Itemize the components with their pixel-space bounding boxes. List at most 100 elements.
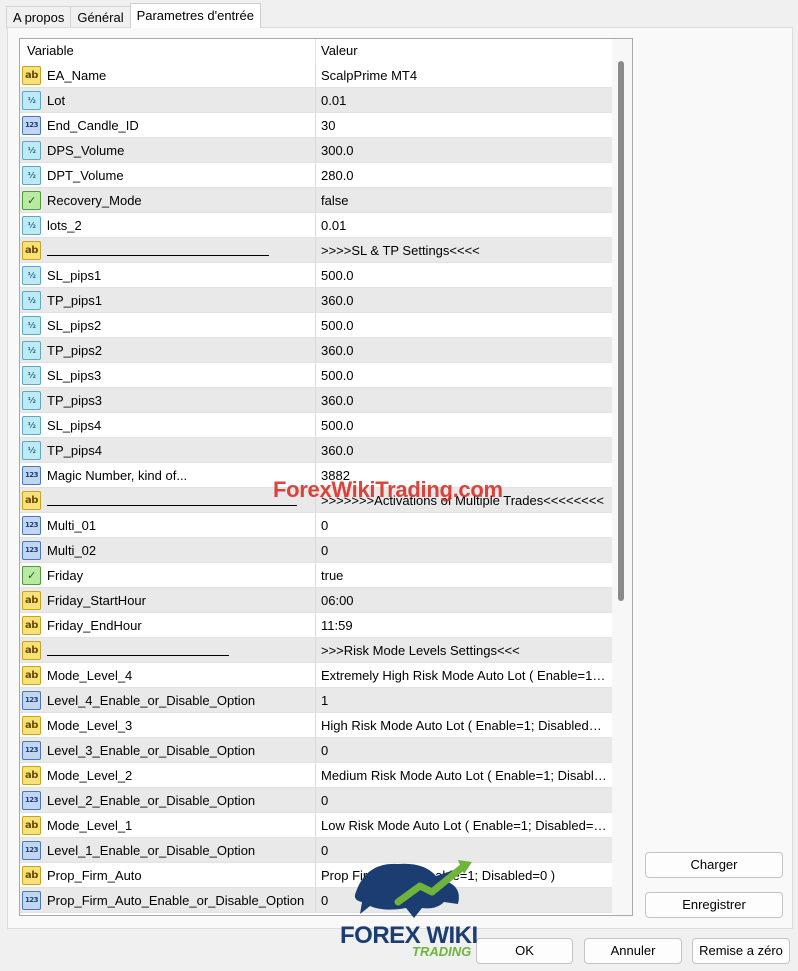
variable-cell[interactable]: 123 Level_1_Enable_or_Disable_Option <box>20 838 316 862</box>
table-row[interactable]: ab Friday_StartHour 06:00 <box>20 588 612 613</box>
value-cell[interactable]: 0 <box>316 788 612 812</box>
value-cell[interactable]: 0.01 <box>316 213 612 237</box>
table-row[interactable]: ½ TP_pips2 360.0 <box>20 338 612 363</box>
value-cell[interactable]: 1 <box>316 688 612 712</box>
variable-cell[interactable]: ab <box>20 488 316 512</box>
table-row[interactable]: ab Mode_Level_3 High Risk Mode Auto Lot ( … <box>20 713 612 738</box>
value-cell[interactable]: true <box>316 563 612 587</box>
table-row[interactable]: ½ TP_pips1 360.0 <box>20 288 612 313</box>
table-row[interactable]: ab Mode_Level_4 Extremely High Risk Mode A… <box>20 663 612 688</box>
value-cell[interactable]: 11:59 <box>316 613 612 637</box>
variable-cell[interactable]: ½ lots_2 <box>20 213 316 237</box>
table-row[interactable]: ½ Lot 0.01 <box>20 88 612 113</box>
table-row[interactable]: 123 Prop_Firm_Auto_Enable_or_Disable_Opti… <box>20 888 612 913</box>
value-cell[interactable]: 0 <box>316 738 612 762</box>
table-row[interactable]: ✓ Recovery_Mode false <box>20 188 612 213</box>
vertical-scrollbar[interactable] <box>612 39 632 915</box>
variable-cell[interactable]: ab Mode_Level_2 <box>20 763 316 787</box>
value-cell[interactable]: Extremely High Risk Mode Auto Lot ( Enab… <box>316 663 612 687</box>
table-row[interactable]: ½ TP_pips4 360.0 <box>20 438 612 463</box>
table-row[interactable]: ab EA_Name ScalpPrime MT4 <box>20 63 612 88</box>
variable-cell[interactable]: ½ SL_pips4 <box>20 413 316 437</box>
table-row[interactable]: ✓ Friday true <box>20 563 612 588</box>
variable-cell[interactable]: ab <box>20 638 316 662</box>
table-row[interactable]: 123 Level_2_Enable_or_Disable_Option 0 <box>20 788 612 813</box>
variable-cell[interactable]: ab <box>20 238 316 262</box>
variable-cell[interactable]: ab Friday_EndHour <box>20 613 316 637</box>
table-row[interactable]: ½ DPS_Volume 300.0 <box>20 138 612 163</box>
charger-button[interactable]: Charger <box>645 852 783 878</box>
variable-cell[interactable]: ½ TP_pips3 <box>20 388 316 412</box>
variable-cell[interactable]: 123 Multi_02 <box>20 538 316 562</box>
variable-cell[interactable]: ½ DPT_Volume <box>20 163 316 187</box>
variable-cell[interactable]: 123 Level_2_Enable_or_Disable_Option <box>20 788 316 812</box>
value-cell[interactable]: >>>Risk Mode Levels Settings<<< <box>316 638 612 662</box>
value-cell[interactable]: >>>>SL & TP Settings<<<< <box>316 238 612 262</box>
variable-cell[interactable]: ab Mode_Level_3 <box>20 713 316 737</box>
table-row[interactable]: ½ SL_pips4 500.0 <box>20 413 612 438</box>
table-row[interactable]: ½ TP_pips3 360.0 <box>20 388 612 413</box>
variable-cell[interactable]: ab Mode_Level_4 <box>20 663 316 687</box>
variable-cell[interactable]: 123 Multi_01 <box>20 513 316 537</box>
variable-cell[interactable]: ½ Lot <box>20 88 316 112</box>
value-cell[interactable]: 300.0 <box>316 138 612 162</box>
variable-cell[interactable]: ½ SL_pips1 <box>20 263 316 287</box>
annuler-button[interactable]: Annuler <box>584 938 682 964</box>
value-cell[interactable]: 0.01 <box>316 88 612 112</box>
value-cell[interactable]: ScalpPrime MT4 <box>316 63 612 87</box>
enregistrer-button[interactable]: Enregistrer <box>645 892 783 918</box>
value-cell[interactable]: Low Risk Mode Auto Lot ( Enable=1; Disab… <box>316 813 612 837</box>
table-row[interactable]: ½ lots_2 0.01 <box>20 213 612 238</box>
table-row[interactable]: ab Friday_EndHour 11:59 <box>20 613 612 638</box>
value-cell[interactable]: 360.0 <box>316 388 612 412</box>
value-cell[interactable]: 0 <box>316 538 612 562</box>
table-row[interactable]: ½ SL_pips3 500.0 <box>20 363 612 388</box>
variable-cell[interactable]: ab Friday_StartHour <box>20 588 316 612</box>
variable-cell[interactable]: ½ TP_pips1 <box>20 288 316 312</box>
value-cell[interactable]: 360.0 <box>316 338 612 362</box>
table-row[interactable]: 123 Multi_01 0 <box>20 513 612 538</box>
variable-cell[interactable]: ab Prop_Firm_Auto <box>20 863 316 887</box>
tab-a-propos[interactable]: A propos <box>6 6 72 28</box>
variable-cell[interactable]: ab Mode_Level_1 <box>20 813 316 837</box>
table-row[interactable]: 123 Level_1_Enable_or_Disable_Option 0 <box>20 838 612 863</box>
table-row[interactable]: 123 Level_3_Enable_or_Disable_Option 0 <box>20 738 612 763</box>
variable-cell[interactable]: 123 End_Candle_ID <box>20 113 316 137</box>
variable-cell[interactable]: ½ SL_pips2 <box>20 313 316 337</box>
ok-button[interactable]: OK <box>476 938 573 964</box>
table-row[interactable]: 123 End_Candle_ID 30 <box>20 113 612 138</box>
value-cell[interactable]: 500.0 <box>316 413 612 437</box>
table-row[interactable]: ½ SL_pips2 500.0 <box>20 313 612 338</box>
value-cell[interactable]: 30 <box>316 113 612 137</box>
value-cell[interactable]: 280.0 <box>316 163 612 187</box>
column-header-variable[interactable]: Variable <box>20 39 316 63</box>
value-cell[interactable]: High Risk Mode Auto Lot ( Enable=1; Disa… <box>316 713 612 737</box>
variable-cell[interactable]: ½ TP_pips4 <box>20 438 316 462</box>
variable-cell[interactable]: ½ DPS_Volume <box>20 138 316 162</box>
table-row[interactable]: ab Prop_Firm_Auto Prop Firm Auto ( Enable=… <box>20 863 612 888</box>
table-row[interactable]: ab Mode_Level_2 Medium Risk Mode Auto Lot … <box>20 763 612 788</box>
column-header-value[interactable]: Valeur <box>316 39 612 63</box>
value-cell[interactable]: 0 <box>316 513 612 537</box>
value-cell[interactable]: false <box>316 188 612 212</box>
variable-cell[interactable]: ab EA_Name <box>20 63 316 87</box>
table-row[interactable]: ab Mode_Level_1 Low Risk Mode Auto Lot ( E… <box>20 813 612 838</box>
variable-cell[interactable]: ½ TP_pips2 <box>20 338 316 362</box>
value-cell[interactable]: 500.0 <box>316 363 612 387</box>
value-cell[interactable]: Medium Risk Mode Auto Lot ( Enable=1; Di… <box>316 763 612 787</box>
variable-cell[interactable]: ½ SL_pips3 <box>20 363 316 387</box>
variable-cell[interactable]: 123 Level_4_Enable_or_Disable_Option <box>20 688 316 712</box>
variable-cell[interactable]: 123 Level_3_Enable_or_Disable_Option <box>20 738 316 762</box>
value-cell[interactable]: 500.0 <box>316 313 612 337</box>
variable-cell[interactable]: ✓ Recovery_Mode <box>20 188 316 212</box>
tab-general[interactable]: Général <box>70 6 131 28</box>
scrollbar-thumb[interactable] <box>618 61 624 601</box>
value-cell[interactable]: 360.0 <box>316 288 612 312</box>
remise-a-zero-button[interactable]: Remise a zéro <box>692 938 790 964</box>
value-cell[interactable]: 500.0 <box>316 263 612 287</box>
table-row[interactable]: ab >>>>SL & TP Settings<<<< <box>20 238 612 263</box>
table-row[interactable]: ½ DPT_Volume 280.0 <box>20 163 612 188</box>
table-row[interactable]: 123 Multi_02 0 <box>20 538 612 563</box>
table-row[interactable]: 123 Level_4_Enable_or_Disable_Option 1 <box>20 688 612 713</box>
table-row[interactable]: ab >>>Risk Mode Levels Settings<<< <box>20 638 612 663</box>
